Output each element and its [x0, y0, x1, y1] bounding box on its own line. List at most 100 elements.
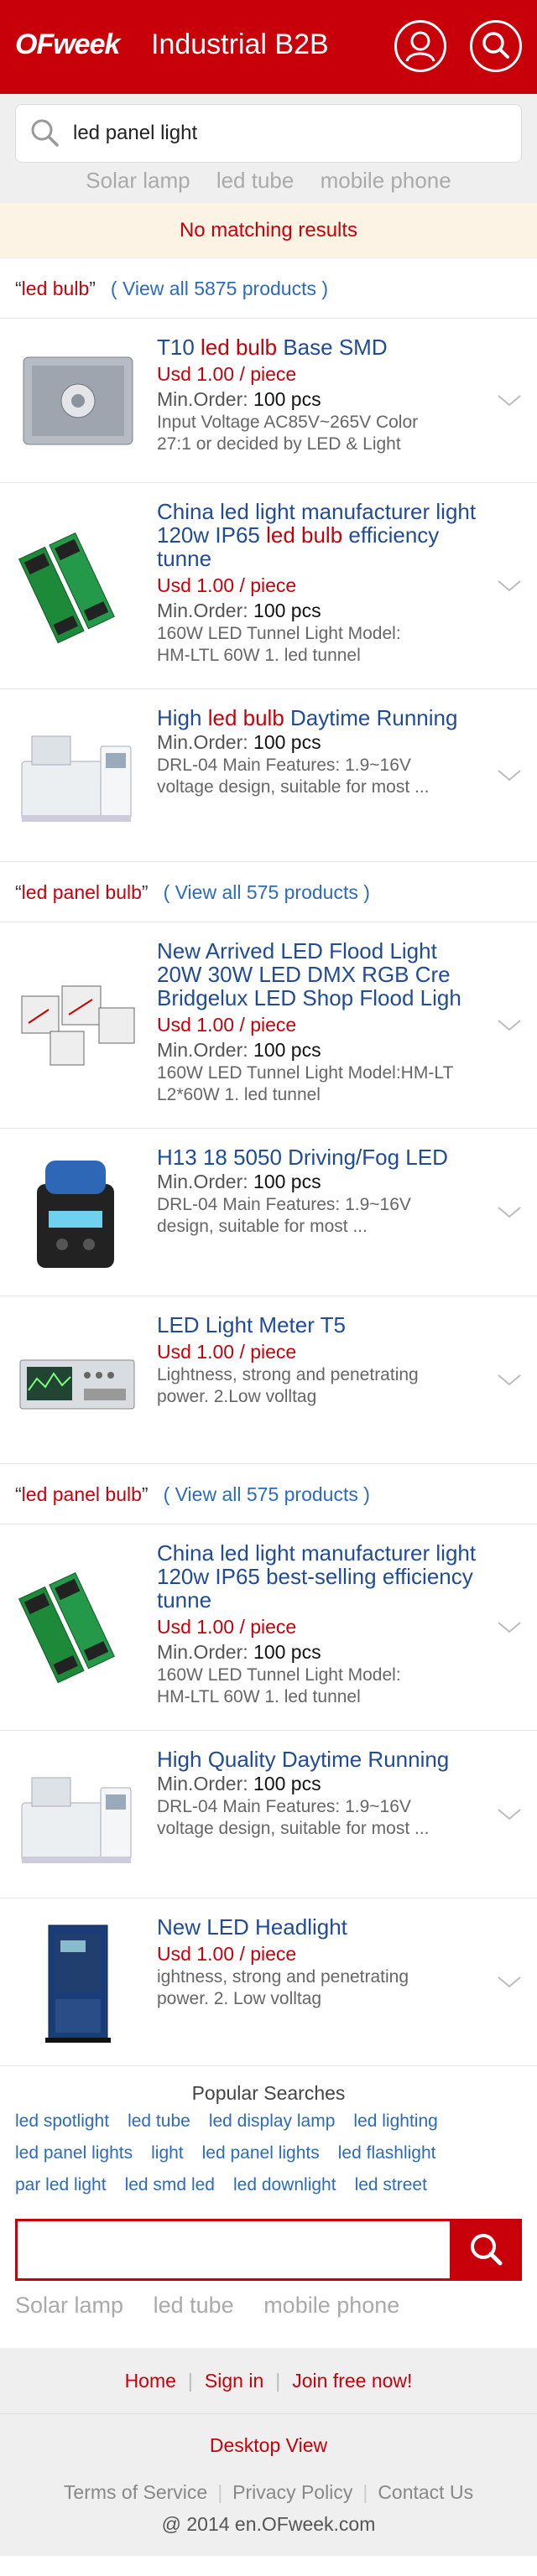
product-title[interactable]: T10 led bulb Base SMD — [157, 335, 478, 359]
product-image[interactable] — [17, 961, 139, 1083]
quote-mark: ” — [89, 278, 96, 299]
privacy-link[interactable]: Privacy Policy — [232, 2481, 352, 2503]
product-title[interactable]: New Arrived LED Flood Light 20W 30W LED … — [157, 939, 478, 1010]
chevron-down-icon[interactable] — [497, 769, 522, 782]
product-desc: 160W LED Tunnel Light Model: HM-LTL 60W 1… — [157, 623, 478, 667]
product-desc: DRL-04 Main Features: 1.9~16V design, sui… — [157, 1194, 478, 1238]
title-text: Base SMD — [277, 335, 388, 360]
title-text: H13 18 5050 Driving/Fog LED — [157, 1145, 448, 1170]
chevron-down-icon[interactable] — [497, 1976, 522, 1989]
popular-link[interactable]: led display lamp — [209, 2111, 336, 2132]
bottom-search-input[interactable] — [15, 2219, 450, 2281]
search-hint[interactable]: mobile phone — [321, 168, 451, 193]
min-order: Min.Order: 100 pcs — [157, 598, 478, 623]
chevron-down-icon[interactable] — [497, 1374, 522, 1387]
popular-link[interactable]: light — [151, 2143, 184, 2163]
product-image[interactable] — [17, 1320, 139, 1442]
product-item[interactable]: New Arrived LED Flood Light 20W 30W LED … — [0, 922, 537, 1129]
home-link[interactable]: Home — [125, 2370, 176, 2392]
product-image[interactable] — [17, 523, 139, 646]
site-title: Industrial B2B — [151, 29, 329, 60]
product-price: Usd 1.00 / piece — [157, 1014, 297, 1036]
footer: Home | Sign in | Join free now! Desktop View… — [0, 2348, 537, 2556]
search-hints: Solar lamp led tube mobile phone — [0, 168, 537, 194]
chevron-down-icon[interactable] — [497, 1206, 522, 1219]
product-title[interactable]: High led bulb Daytime Running — [157, 706, 478, 730]
popular-link[interactable]: led flashlight — [338, 2143, 436, 2163]
popular-link[interactable]: led panel lights — [15, 2143, 133, 2163]
desc-line: voltage design, suitable for most ... — [157, 1819, 430, 1838]
join-link[interactable]: Join free now! — [292, 2370, 412, 2392]
product-image[interactable] — [17, 339, 139, 461]
product-item[interactable]: H13 18 5050 Driving/Fog LED Min.Order: 10… — [0, 1129, 537, 1296]
popular-link[interactable]: led tube — [128, 2111, 190, 2132]
section-header: “led bulb” ( View all 5875 products ) — [0, 258, 537, 319]
product-price: Usd 1.00 / piece — [157, 1341, 297, 1363]
chevron-down-icon[interactable] — [497, 394, 522, 408]
popular-link[interactable]: led spotlight — [15, 2111, 109, 2132]
product-info: New LED Headlight Usd 1.00 / piece ightnes… — [157, 1915, 478, 2010]
search-hint[interactable]: mobile phone — [263, 2293, 399, 2318]
site-logo[interactable]: OFweek — [15, 29, 120, 61]
quote-mark: “ — [15, 881, 22, 903]
desc-line: power. 2.Low volltag — [157, 1387, 317, 1406]
chevron-down-icon[interactable] — [497, 1019, 522, 1032]
contact-link[interactable]: Contact Us — [378, 2481, 473, 2503]
product-price: Usd 1.00 / piece — [157, 363, 297, 385]
product-item[interactable]: High Quality Daytime Running Min.Order: 1… — [0, 1731, 537, 1898]
footer-nav: Home | Sign in | Join free now! — [0, 2348, 537, 2413]
search-hint[interactable]: led tube — [154, 2293, 234, 2318]
product-title[interactable]: High Quality Daytime Running — [157, 1748, 478, 1771]
product-image[interactable] — [17, 1754, 139, 1877]
search-hint[interactable]: Solar lamp — [86, 168, 190, 193]
divider: | — [187, 2370, 193, 2392]
popular-link[interactable]: led downlight — [233, 2175, 336, 2195]
user-icon[interactable] — [394, 20, 446, 72]
search-icon[interactable] — [470, 20, 522, 72]
product-title[interactable]: H13 18 5050 Driving/Fog LED — [157, 1145, 478, 1169]
product-item[interactable]: T10 led bulb Base SMD Usd 1.00 / piece Min… — [0, 319, 537, 483]
search-hint[interactable]: led tube — [216, 168, 295, 193]
popular-link[interactable]: led panel lights — [202, 2143, 320, 2163]
title-highlight: led bulb — [207, 705, 284, 730]
product-item[interactable]: High led bulb Daytime Running Min.Order: … — [0, 689, 537, 862]
title-text: Daytime Running — [284, 705, 458, 730]
product-image[interactable] — [17, 713, 139, 835]
min-order-value: 100 pcs — [253, 1641, 321, 1663]
product-price: Usd 1.00 / piece — [157, 574, 297, 596]
popular-link[interactable]: par led light — [15, 2175, 107, 2195]
product-title[interactable]: China led light manufacturer light 120w … — [157, 500, 478, 570]
product-info: T10 led bulb Base SMD Usd 1.00 / piece Min… — [157, 335, 478, 455]
section-header: “led panel bulb” ( View all 575 products … — [0, 862, 537, 922]
view-all-link[interactable]: ( View all 5875 products ) — [111, 278, 328, 299]
sign-in-link[interactable]: Sign in — [205, 2370, 263, 2392]
product-item[interactable]: China led light manufacturer light 120w … — [0, 483, 537, 689]
product-image[interactable] — [17, 1152, 139, 1275]
bottom-search-button[interactable] — [450, 2219, 522, 2281]
title-text: New LED Headlight — [157, 1914, 347, 1940]
chevron-down-icon[interactable] — [497, 1808, 522, 1821]
view-all-link[interactable]: ( View all 575 products ) — [164, 881, 370, 903]
bottom-search — [15, 2219, 522, 2284]
min-order-label: Min.Order: — [157, 600, 248, 621]
popular-link[interactable]: led street — [355, 2175, 427, 2195]
product-title[interactable]: LED Light Meter T5 — [157, 1313, 478, 1337]
search-hint[interactable]: Solar lamp — [15, 2293, 123, 2318]
product-title[interactable]: China led light manufacturer light 120w … — [157, 1541, 478, 1612]
product-item[interactable]: New LED Headlight Usd 1.00 / piece ightnes… — [0, 1898, 537, 2066]
product-title[interactable]: New LED Headlight — [157, 1915, 478, 1939]
section-keyword: led bulb — [21, 278, 90, 299]
view-all-link[interactable]: ( View all 575 products ) — [164, 1483, 370, 1505]
product-item[interactable]: LED Light Meter T5 Usd 1.00 / piece Lightn… — [0, 1296, 537, 1464]
desktop-view-link[interactable]: Desktop View — [0, 2413, 537, 2475]
min-order-value: 100 pcs — [253, 600, 321, 621]
popular-link[interactable]: led smd led — [125, 2175, 215, 2195]
chevron-down-icon[interactable] — [497, 1621, 522, 1634]
chevron-down-icon[interactable] — [497, 579, 522, 593]
popular-link[interactable]: led lighting — [353, 2111, 437, 2132]
terms-link[interactable]: Terms of Service — [64, 2481, 207, 2503]
product-item[interactable]: China led light manufacturer light 120w … — [0, 1524, 537, 1731]
product-image[interactable] — [17, 1563, 139, 1685]
product-image[interactable] — [17, 1922, 139, 2044]
search-input[interactable]: led panel light — [15, 104, 522, 163]
